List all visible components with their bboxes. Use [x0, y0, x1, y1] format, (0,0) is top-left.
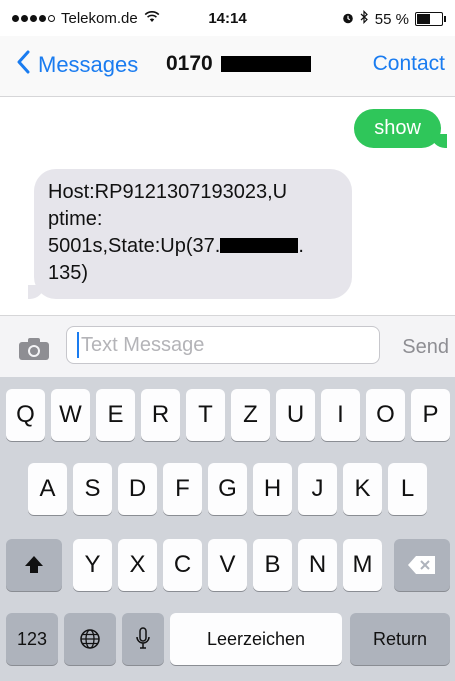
sent-message-bubble[interactable]: show — [354, 109, 447, 148]
received-message-line: 135) — [48, 262, 89, 284]
globe-key[interactable] — [64, 613, 116, 665]
redacted-ip-segment — [220, 238, 299, 253]
key-u[interactable]: U — [276, 389, 315, 441]
key-a[interactable]: A — [28, 463, 67, 515]
sent-message-text: show — [374, 117, 421, 139]
key-j[interactable]: J — [298, 463, 337, 515]
compose-bar: Text Message Send — [0, 315, 455, 378]
key-l[interactable]: L — [388, 463, 427, 515]
back-button[interactable]: Messages — [16, 50, 138, 79]
battery-icon — [415, 12, 446, 26]
key-q[interactable]: Q — [6, 389, 45, 441]
text-cursor — [77, 332, 79, 358]
battery-fill — [417, 14, 430, 24]
nav-bar: Messages 0170 Contact — [0, 36, 455, 97]
alarm-icon — [342, 11, 354, 28]
space-key[interactable]: Leerzeichen — [170, 613, 342, 665]
key-y[interactable]: Y — [73, 539, 112, 591]
received-message-line: 5001s,State:Up(37.. — [48, 235, 304, 257]
send-button[interactable]: Send — [402, 336, 449, 359]
bluetooth-icon — [360, 10, 369, 28]
received-message-line: ptime: — [48, 208, 103, 230]
return-key[interactable]: Return — [350, 613, 450, 665]
conversation-title: 0170 — [166, 52, 311, 76]
back-chevron-icon — [16, 50, 30, 79]
delete-key[interactable] — [394, 539, 450, 591]
globe-icon — [79, 628, 101, 650]
key-t[interactable]: T — [186, 389, 225, 441]
keyboard: Q W E R T Z U I O P A S D F G H J K L Y … — [0, 377, 455, 681]
key-v[interactable]: V — [208, 539, 247, 591]
contact-button[interactable]: Contact — [373, 52, 445, 76]
shift-key[interactable] — [6, 539, 62, 591]
key-c[interactable]: C — [163, 539, 202, 591]
key-f[interactable]: F — [163, 463, 202, 515]
key-d[interactable]: D — [118, 463, 157, 515]
microphone-key[interactable] — [122, 613, 164, 665]
message-input-placeholder: Text Message — [81, 333, 205, 356]
key-o[interactable]: O — [366, 389, 405, 441]
status-bar: Telekom.de 14:14 55 % — [0, 0, 455, 36]
camera-icon[interactable] — [18, 337, 50, 366]
received-message-line: Host:RP9121307193023,U — [48, 181, 288, 203]
key-s[interactable]: S — [73, 463, 112, 515]
message-input[interactable]: Text Message — [66, 326, 380, 364]
key-g[interactable]: G — [208, 463, 247, 515]
key-h[interactable]: H — [253, 463, 292, 515]
key-n[interactable]: N — [298, 539, 337, 591]
key-i[interactable]: I — [321, 389, 360, 441]
key-e[interactable]: E — [96, 389, 135, 441]
key-z[interactable]: Z — [231, 389, 270, 441]
microphone-icon — [135, 627, 151, 651]
redacted-phone-number — [220, 56, 311, 72]
key-w[interactable]: W — [51, 389, 90, 441]
received-message-bubble[interactable]: Host:RP9121307193023,U ptime: 5001s,Stat… — [28, 169, 352, 299]
key-x[interactable]: X — [118, 539, 157, 591]
key-r[interactable]: R — [141, 389, 180, 441]
numbers-key[interactable]: 123 — [6, 613, 58, 665]
key-k[interactable]: K — [343, 463, 382, 515]
key-b[interactable]: B — [253, 539, 292, 591]
back-label: Messages — [38, 51, 139, 77]
delete-icon — [407, 555, 437, 575]
status-right: 55 % — [342, 10, 446, 28]
key-p[interactable]: P — [411, 389, 450, 441]
battery-percent: 55 % — [374, 10, 409, 28]
message-thread: show Host:RP9121307193023,U ptime: 5001s… — [0, 97, 455, 315]
phone-number-prefix: 0170 — [166, 52, 213, 75]
key-m[interactable]: M — [343, 539, 382, 591]
shift-icon — [23, 554, 45, 576]
